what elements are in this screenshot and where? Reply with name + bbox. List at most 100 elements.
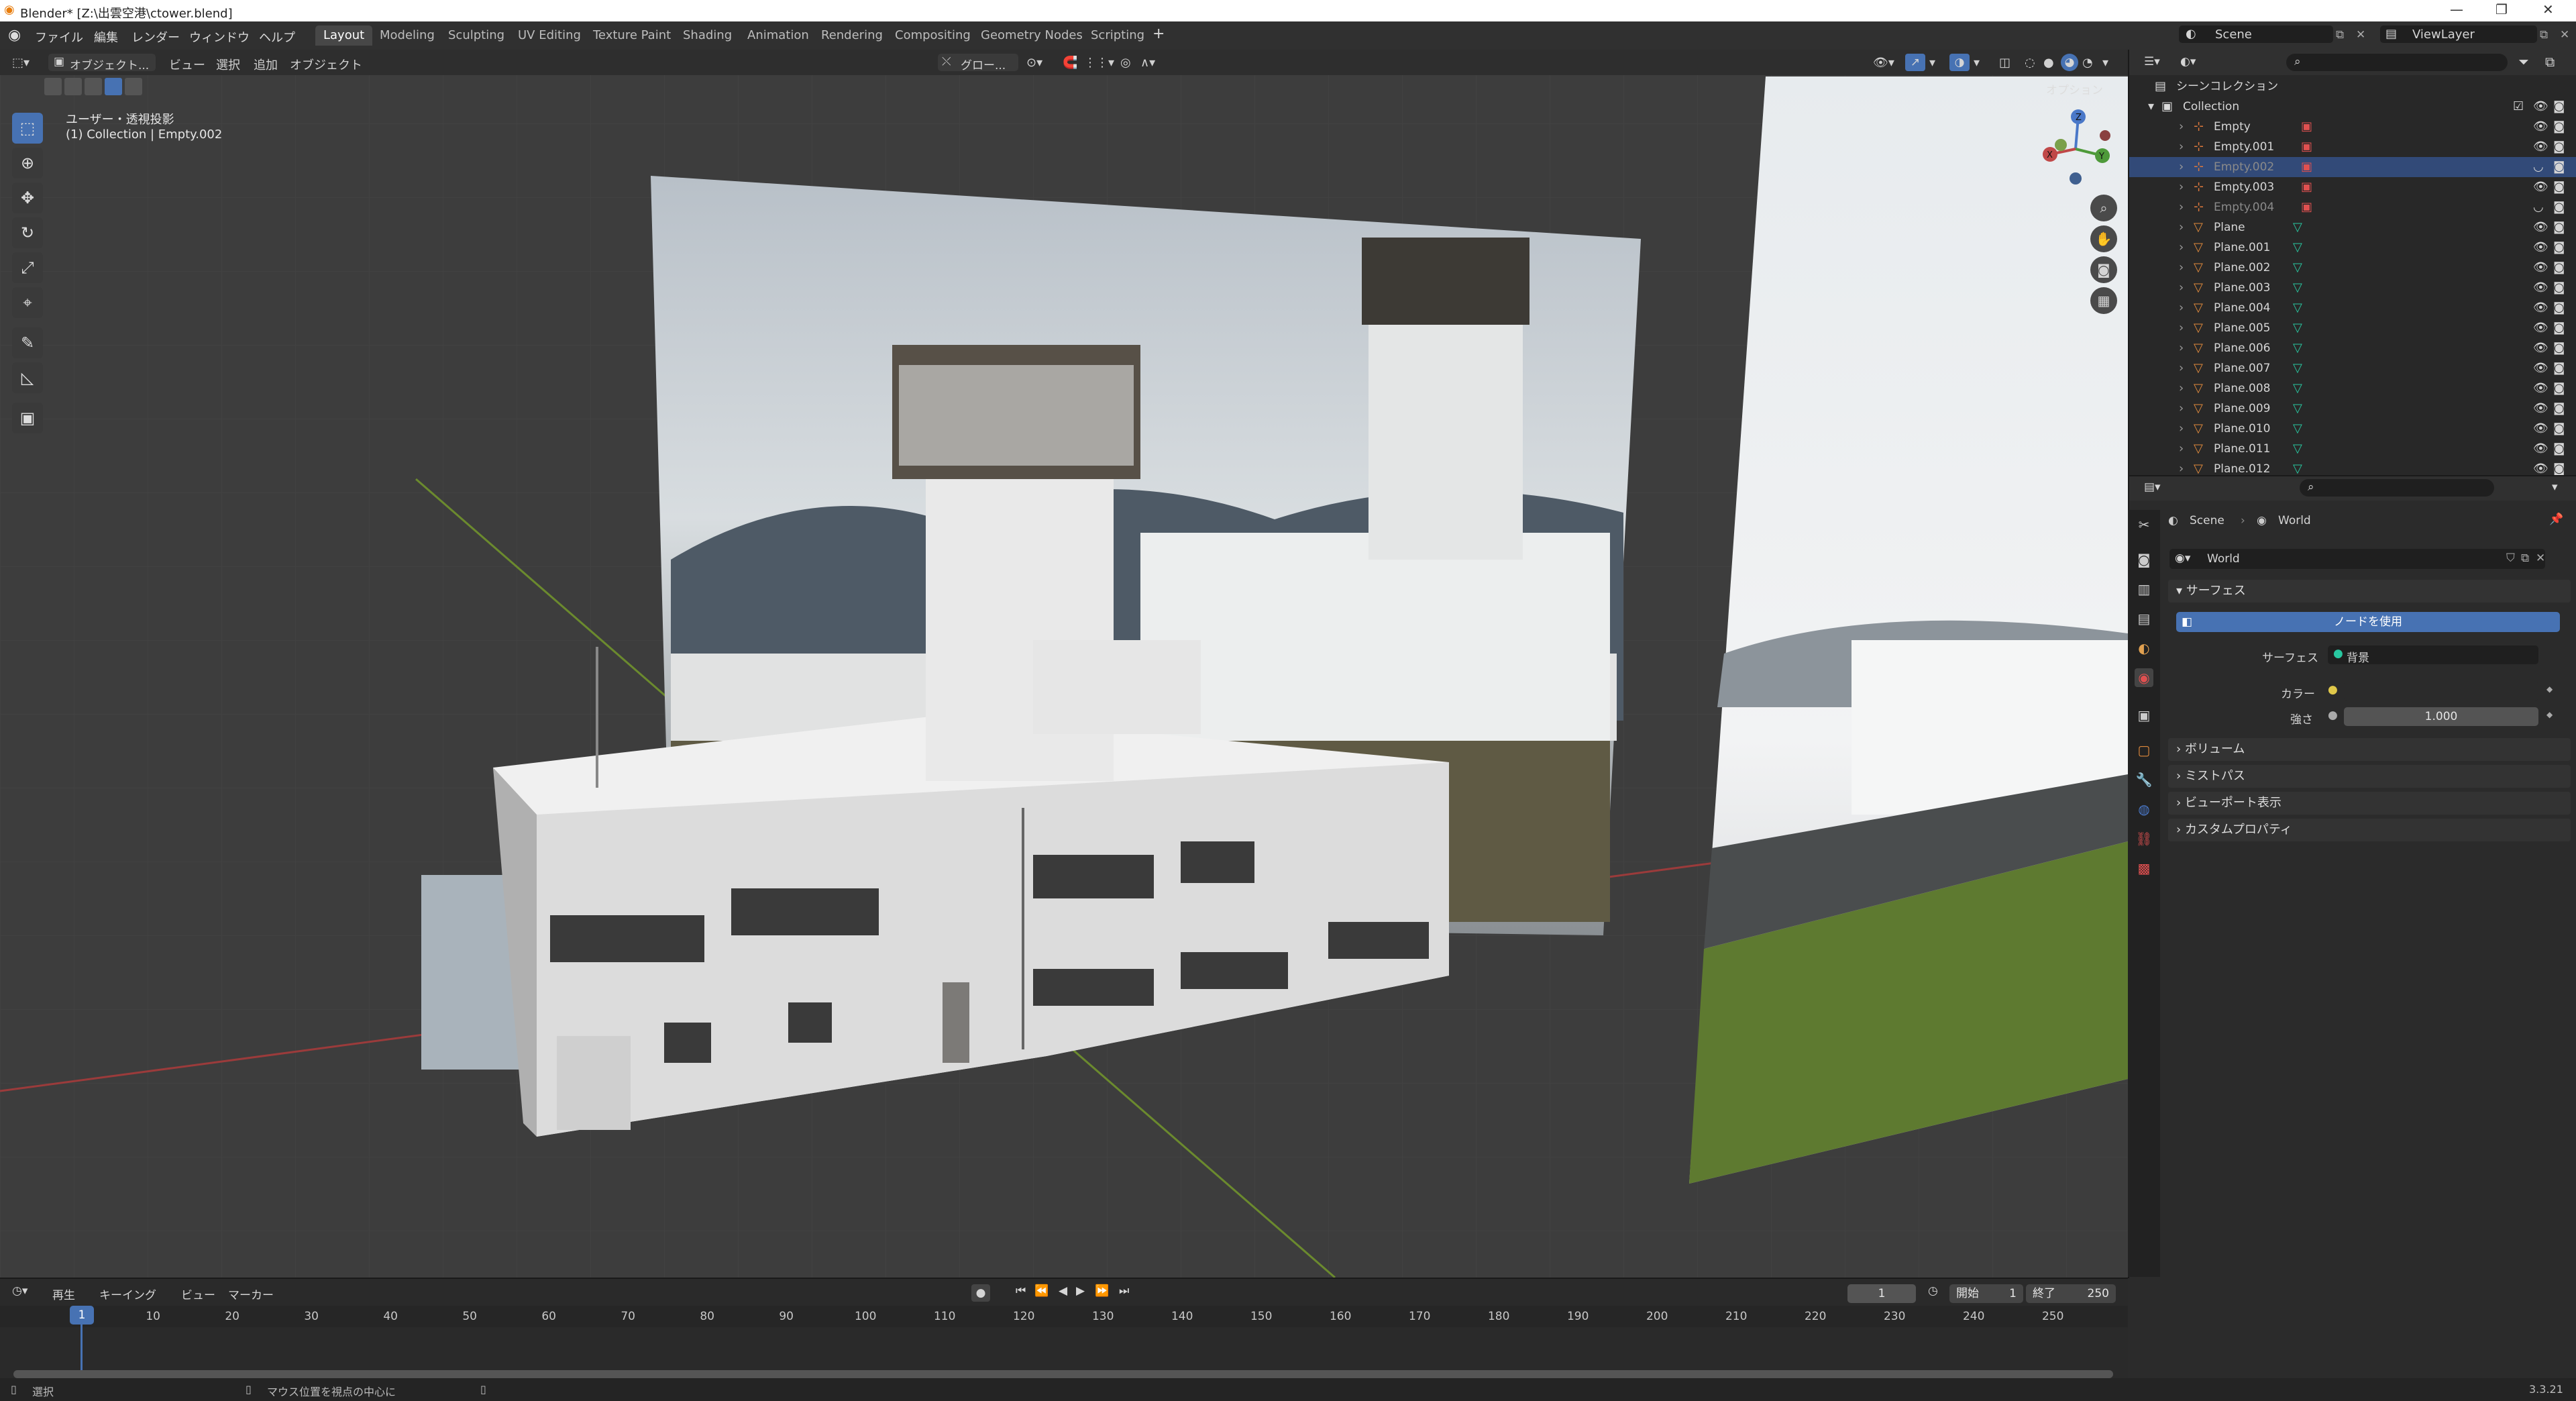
select-intersect-icon[interactable]	[125, 78, 142, 95]
outliner-row[interactable]: › ▽ Plane.005 ▽ 👁 ◙	[2129, 318, 2576, 338]
render-tab-icon[interactable]: ◙	[2135, 550, 2153, 569]
mesh-data-icon[interactable]: ▽	[2293, 358, 2302, 378]
playhead[interactable]: 1	[70, 1306, 94, 1325]
mesh-data-icon[interactable]: ▽	[2293, 378, 2302, 399]
outliner-row[interactable]: › ▽ Plane.004 ▽ 👁 ◙	[2129, 298, 2576, 318]
expand-icon[interactable]: ›	[2179, 338, 2184, 358]
outliner-row[interactable]: › ⊹ Empty.002 ▣ ◡ ◙	[2129, 157, 2576, 177]
visibility-eye-icon[interactable]: 👁	[2533, 358, 2548, 378]
pan-hand-icon[interactable]: ✋	[2090, 225, 2117, 252]
properties-editor-icon[interactable]: ▤▾	[2144, 480, 2161, 494]
ortho-toggle-icon[interactable]: ▦	[2090, 287, 2117, 314]
mesh-data-icon[interactable]: ▽	[2293, 258, 2302, 278]
outliner-row[interactable]: › ▽ Plane ▽ 👁 ◙	[2129, 217, 2576, 238]
strength-field[interactable]: 1.000	[2344, 707, 2538, 726]
new-view-layer-icon[interactable]: ⧉	[2540, 28, 2548, 42]
render-camera-icon[interactable]: ◙	[2553, 217, 2565, 238]
tab-shading[interactable]: Shading	[675, 25, 740, 46]
custom-properties-panel-header[interactable]: › カスタムプロパティ	[2168, 819, 2571, 841]
zoom-icon[interactable]: ⌕	[2090, 195, 2117, 221]
expand-icon[interactable]: ›	[2179, 399, 2184, 419]
tab-compositing[interactable]: Compositing	[887, 25, 979, 46]
overlay-dropdown-icon[interactable]: ▾	[1974, 56, 1980, 70]
strength-socket-icon[interactable]: ●	[2328, 709, 2338, 722]
snap-icon[interactable]: 🧲	[1063, 56, 1077, 70]
wireframe-shading-icon[interactable]: ◌	[2025, 56, 2035, 70]
measure-tool[interactable]: ◺	[12, 362, 43, 393]
mesh-data-icon[interactable]: ▽	[2293, 439, 2302, 459]
mesh-data-icon[interactable]: ▽	[2293, 238, 2302, 258]
scale-tool[interactable]: ⤢	[12, 252, 43, 283]
tab-texture-paint[interactable]: Texture Paint	[585, 25, 679, 46]
visibility-eye-icon[interactable]: 👁	[2533, 378, 2548, 399]
render-camera-icon[interactable]: ◙	[2553, 298, 2565, 318]
outliner-row[interactable]: › ⊹ Empty.003 ▣ 👁 ◙	[2129, 177, 2576, 197]
mesh-data-icon[interactable]: ▽	[2293, 318, 2302, 338]
image-data-icon[interactable]: ▣	[2301, 137, 2312, 157]
expand-icon[interactable]: ›	[2179, 419, 2184, 439]
delete-view-layer-icon[interactable]: ✕	[2560, 28, 2569, 42]
scene-tab-icon[interactable]: ◐	[2135, 639, 2153, 658]
fake-user-icon[interactable]: ⛉	[2506, 552, 2515, 565]
hidden-eye-icon[interactable]: ◡	[2533, 157, 2544, 177]
mist-panel-header[interactable]: › ミストパス	[2168, 765, 2571, 788]
select-subtract-icon[interactable]	[85, 78, 102, 95]
render-camera-icon[interactable]: ◙	[2553, 238, 2565, 258]
tab-rendering[interactable]: Rendering	[813, 25, 891, 46]
expand-icon[interactable]: ›	[2179, 318, 2184, 338]
tab-scripting[interactable]: Scripting	[1083, 25, 1152, 46]
render-camera-icon[interactable]: ◙	[2553, 97, 2565, 117]
menu-window[interactable]: ウィンドウ	[189, 28, 250, 46]
outliner-row[interactable]: › ⊹ Empty ▣ 👁 ◙	[2129, 117, 2576, 137]
visibility-eye-icon[interactable]: 👁	[2533, 258, 2548, 278]
transform-tool[interactable]: ⌖	[12, 287, 43, 318]
move-tool[interactable]: ✥	[12, 183, 43, 213]
timeline[interactable]: ◷▾ 再生 キーイング ビュー マーカー ● ⏮ ⏪ ◀ ▶ ⏩ ⏭ 1 ◷ 開…	[0, 1278, 2128, 1386]
outliner-row[interactable]: › ▽ Plane.008 ▽ 👁 ◙	[2129, 378, 2576, 399]
expand-icon[interactable]: ›	[2179, 137, 2184, 157]
select-invert-icon[interactable]	[105, 78, 122, 95]
cursor-tool[interactable]: ⊕	[12, 148, 43, 178]
add-workspace-icon[interactable]: +	[1152, 25, 1165, 42]
world-tab-icon[interactable]: ◉	[2135, 668, 2153, 687]
mode-selector[interactable]: ▣ オブジェクト...	[48, 54, 156, 72]
editor-type-icon[interactable]: ⬚▾	[12, 56, 30, 70]
end-frame-field[interactable]: 終了 250	[2026, 1284, 2116, 1303]
play-icon[interactable]: ▶	[1076, 1284, 1085, 1298]
jump-start-icon[interactable]: ⏮	[1016, 1284, 1026, 1298]
pivot-icon[interactable]: ⊙▾	[1026, 56, 1042, 70]
expand-icon[interactable]: ›	[2179, 157, 2184, 177]
visibility-eye-icon[interactable]: 👁	[2533, 439, 2548, 459]
menu-select[interactable]: 選択	[216, 56, 240, 73]
menu-edit[interactable]: 編集	[94, 28, 118, 46]
view-layer-tab-icon[interactable]: ▤	[2135, 609, 2153, 628]
surface-shader-field[interactable]: ● 背景	[2328, 645, 2538, 665]
render-camera-icon[interactable]: ◙	[2553, 358, 2565, 378]
render-camera-icon[interactable]: ◙	[2553, 278, 2565, 298]
expand-icon[interactable]: ›	[2179, 378, 2184, 399]
expand-icon[interactable]: ›	[2179, 117, 2184, 137]
strength-keyframe-icon[interactable]: ◆	[2546, 710, 2553, 719]
menu-add[interactable]: 追加	[254, 56, 278, 73]
outliner-row[interactable]: › ▽ Plane.007 ▽ 👁 ◙	[2129, 358, 2576, 378]
properties-options-icon[interactable]: ▾	[2552, 480, 2558, 494]
timeline-editor-icon[interactable]: ◷▾	[12, 1284, 28, 1298]
mesh-data-icon[interactable]: ▽	[2293, 298, 2302, 318]
outliner-row[interactable]: › ▽ Plane.009 ▽ 👁 ◙	[2129, 399, 2576, 419]
modifier-tab-icon[interactable]: 🔧	[2135, 770, 2153, 789]
timeline-scrollbar[interactable]	[13, 1370, 2113, 1378]
expand-icon[interactable]: ›	[2179, 258, 2184, 278]
expand-icon[interactable]: ›	[2179, 358, 2184, 378]
render-camera-icon[interactable]: ◙	[2553, 137, 2565, 157]
outliner-collection[interactable]: ▾ ▣ Collection ☑ 👁 ◙	[2129, 97, 2576, 117]
constraint-tab-icon[interactable]: ⛓	[2135, 829, 2153, 848]
expand-icon[interactable]: ›	[2179, 197, 2184, 217]
tab-geometry-nodes[interactable]: Geometry Nodes	[973, 25, 1091, 46]
mesh-data-icon[interactable]: ▽	[2293, 399, 2302, 419]
menu-view[interactable]: ビュー	[169, 56, 205, 73]
outliner-row[interactable]: › ▽ Plane.010 ▽ 👁 ◙	[2129, 419, 2576, 439]
menu-timeline-view[interactable]: ビュー	[181, 1286, 215, 1302]
3d-viewport[interactable]: ⬚ ⊕ ✥ ↻ ⤢ ⌖ ✎ ◺ ▣ ユーザー・透視投影 (1) Collecti…	[0, 50, 2128, 1278]
play-reverse-icon[interactable]: ◀	[1059, 1284, 1067, 1298]
visibility-eye-icon[interactable]: 👁	[2533, 318, 2548, 338]
